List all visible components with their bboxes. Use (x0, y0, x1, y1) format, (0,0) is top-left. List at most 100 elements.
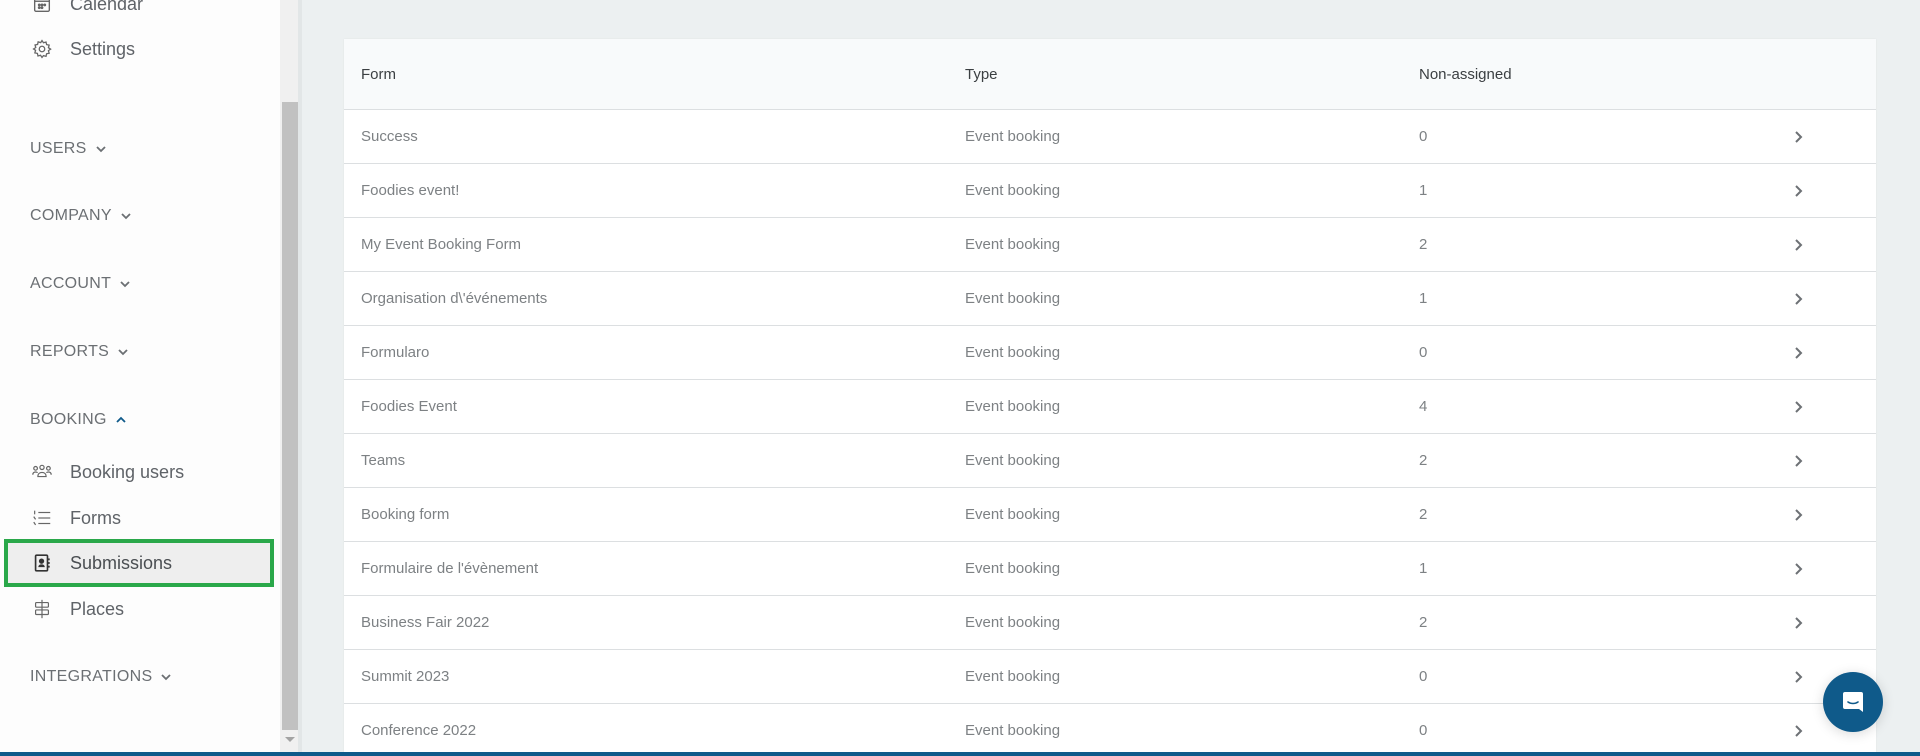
cell-type: Event booking (965, 668, 1061, 685)
cell-type: Event booking (965, 290, 1061, 307)
header-non-assigned: Non-assigned (1419, 65, 1512, 83)
chevron-right-icon[interactable] (1792, 724, 1806, 738)
table-row[interactable]: Formulaire de l'évènement Event booking 1 (344, 542, 1876, 596)
cell-form: Booking form (361, 506, 450, 523)
cell-non-assigned: 0 (1419, 668, 1428, 685)
sidebar-item-submissions[interactable]: Submissions (30, 545, 172, 581)
table-body: Success Event booking 0 Foodies event! Event… (344, 110, 1876, 756)
chevron-right-icon[interactable] (1792, 616, 1806, 630)
table-row[interactable]: Success Event booking 0 (344, 110, 1876, 164)
submissions-table: Form Type Non-assigned Success Event book… (344, 39, 1876, 756)
cell-non-assigned: 4 (1419, 398, 1428, 415)
cell-form: Conference 2022 (361, 722, 477, 739)
section-label: INTEGRATIONS (30, 668, 153, 685)
sidebar: Calendar Settings USERS COMPANY ACCOUNT … (0, 0, 280, 752)
cell-form: Foodies Event (361, 398, 457, 415)
cell-form: Teams (361, 452, 406, 469)
chevron-down-icon (119, 278, 131, 290)
cell-non-assigned: 1 (1419, 560, 1428, 577)
table-row[interactable]: Teams Event booking 2 (344, 434, 1876, 488)
cell-form: Success (361, 128, 418, 145)
cell-form: Foodies event! (361, 182, 460, 199)
table-row[interactable]: Formularo Event booking 0 (344, 326, 1876, 380)
chat-icon (1843, 692, 1863, 712)
chevron-right-icon[interactable] (1792, 346, 1806, 360)
section-booking[interactable]: BOOKING (30, 408, 127, 432)
table-row[interactable]: Summit 2023 Event booking 0 (344, 650, 1876, 704)
table-header: Form Type Non-assigned (344, 39, 1876, 110)
sidebar-item-places[interactable]: Places (30, 591, 124, 627)
chevron-down-icon (120, 210, 132, 222)
chevron-right-icon[interactable] (1792, 670, 1806, 684)
cell-type: Event booking (965, 236, 1061, 253)
chevron-right-icon[interactable] (1792, 454, 1806, 468)
header-type: Type (965, 65, 998, 83)
section-label: ACCOUNT (30, 275, 112, 292)
cell-type: Event booking (965, 506, 1061, 523)
section-users[interactable]: USERS (30, 137, 107, 161)
cell-form: Summit 2023 (361, 668, 450, 685)
chevron-right-icon[interactable] (1792, 292, 1806, 306)
section-company[interactable]: COMPANY (30, 204, 132, 228)
table-row[interactable]: Foodies event! Event booking 1 (344, 164, 1876, 218)
sidebar-item-forms[interactable]: Forms (30, 500, 121, 536)
section-integrations[interactable]: INTEGRATIONS (30, 665, 172, 689)
sidebar-item-label: Places (70, 598, 125, 619)
table-row[interactable]: Business Fair 2022 Event booking 2 (344, 596, 1876, 650)
sidebar-item-label: Calendar (70, 0, 144, 14)
chat-button[interactable] (1823, 672, 1883, 732)
table-row[interactable]: Booking form Event booking 2 (344, 488, 1876, 542)
cell-form: Organisation d\'événements (361, 290, 548, 307)
gear-icon (30, 37, 54, 61)
cell-form: Business Fair 2022 (361, 614, 490, 631)
chevron-right-icon[interactable] (1792, 400, 1806, 414)
cell-non-assigned: 1 (1419, 290, 1428, 307)
cell-type: Event booking (965, 722, 1061, 739)
cell-type: Event booking (965, 128, 1061, 145)
section-reports[interactable]: REPORTS (30, 340, 129, 364)
signpost-icon (30, 597, 54, 621)
cell-non-assigned: 0 (1419, 128, 1428, 145)
section-label: USERS (30, 140, 87, 157)
cell-non-assigned: 0 (1419, 344, 1428, 361)
chevron-right-icon[interactable] (1792, 184, 1806, 198)
table-row[interactable]: Foodies Event Event booking 4 (344, 380, 1876, 434)
cell-form: Formularo (361, 344, 430, 361)
section-account[interactable]: ACCOUNT (30, 272, 131, 296)
sidebar-item-label: Booking users (70, 461, 185, 482)
main-edge (298, 0, 302, 752)
table-row[interactable]: Conference 2022 Event booking 0 (344, 704, 1876, 756)
sidebar-item-label: Settings (70, 38, 136, 59)
bottom-bar (0, 752, 1920, 756)
cell-non-assigned: 0 (1419, 722, 1428, 739)
chevron-down-icon (160, 671, 172, 683)
cell-type: Event booking (965, 614, 1061, 631)
cell-non-assigned: 2 (1419, 614, 1428, 631)
calendar-icon (30, 0, 54, 16)
sidebar-scrollbar[interactable] (280, 0, 298, 752)
table-row[interactable]: Organisation d\'événements Event booking 1 (344, 272, 1876, 326)
section-label: REPORTS (30, 343, 110, 360)
section-label: BOOKING (30, 411, 107, 428)
sidebar-item-settings[interactable]: Settings (30, 31, 135, 67)
scrollbar-thumb[interactable] (282, 102, 298, 730)
chevron-up-icon (115, 414, 127, 426)
table-row[interactable]: My Event Booking Form Event booking 2 (344, 218, 1876, 272)
cell-form: Formulaire de l'évènement (361, 560, 539, 577)
sidebar-item-label: Submissions (70, 552, 173, 573)
cell-type: Event booking (965, 344, 1061, 361)
chevron-right-icon[interactable] (1792, 508, 1806, 522)
chevron-right-icon[interactable] (1792, 238, 1806, 252)
section-label: COMPANY (30, 207, 112, 224)
cell-type: Event booking (965, 560, 1061, 577)
sidebar-item-booking-users[interactable]: Booking users (30, 454, 184, 490)
chevron-right-icon[interactable] (1792, 562, 1806, 576)
scroll-down-arrow-icon[interactable] (285, 737, 295, 742)
cell-non-assigned: 2 (1419, 236, 1428, 253)
chevron-down-icon (95, 143, 107, 155)
chevron-right-icon[interactable] (1792, 130, 1806, 144)
cell-form: My Event Booking Form (361, 236, 522, 253)
cell-non-assigned: 1 (1419, 182, 1428, 199)
sidebar-item-calendar[interactable]: Calendar (30, 0, 143, 22)
header-form: Form (361, 65, 396, 83)
